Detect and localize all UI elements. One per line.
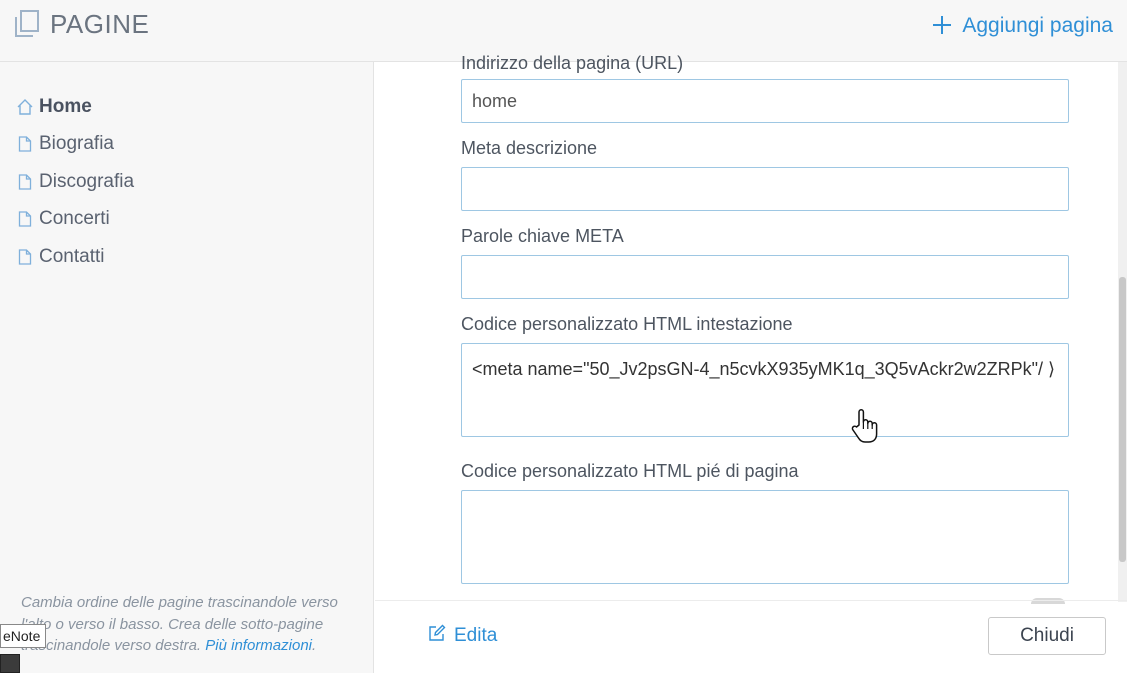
edit-button[interactable]: Edita <box>428 624 497 647</box>
meta-keywords-input[interactable] <box>461 255 1069 299</box>
page-icon <box>16 248 34 266</box>
close-button[interactable]: Chiudi <box>988 617 1106 655</box>
page-title: PAGINE <box>50 9 150 39</box>
sidebar-item-home[interactable]: Home <box>16 88 134 126</box>
meta-description-label: Meta descrizione <box>461 138 598 158</box>
footer-code-label: Codice personalizzato HTML pié di pagina <box>461 461 799 481</box>
sidebar-item-discografia[interactable]: Discografia <box>16 163 134 201</box>
sidebar-item-label: Biografia <box>39 133 114 155</box>
help-text-end: . <box>312 637 317 654</box>
edit-label: Edita <box>454 624 498 646</box>
add-page-label: Aggiungi pagina <box>962 14 1113 37</box>
footer-code-textarea[interactable] <box>461 490 1069 584</box>
scrollbar-thumb[interactable] <box>1119 277 1126 562</box>
page-icon <box>16 173 34 191</box>
header-code-textarea[interactable]: <meta name="50_Jv2psGN-4_n5cvkX935yMK1q_… <box>461 343 1069 437</box>
pages-sidebar: Home Biografia Discografia Concerti Cont… <box>0 62 374 673</box>
meta-description-input[interactable] <box>461 167 1069 211</box>
scrollbar[interactable] <box>1118 62 1127 602</box>
taskbar-icon <box>0 654 20 673</box>
reorder-help-text: Cambia ordine delle pagine trascinandole… <box>21 592 351 657</box>
edit-icon <box>428 624 446 647</box>
footer-divider <box>375 600 1127 601</box>
meta-keywords-label: Parole chiave META <box>461 226 624 246</box>
sidebar-item-label: Discografia <box>39 170 135 192</box>
url-label: Indirizzo della pagina (URL) <box>461 53 684 73</box>
toggle-switch[interactable] <box>1031 598 1065 604</box>
page-icon <box>16 210 34 228</box>
pages-icon <box>14 10 40 38</box>
hand-cursor-icon <box>850 408 880 444</box>
sidebar-item-label: Contatti <box>39 245 105 267</box>
sidebar-item-biografia[interactable]: Biografia <box>16 126 134 164</box>
add-page-button[interactable]: Aggiungi pagina <box>932 12 1113 40</box>
sidebar-item-label: Concerti <box>39 208 110 230</box>
sidebar-item-label: Home <box>39 95 92 117</box>
tooltip: eNote <box>0 624 47 648</box>
more-info-link[interactable]: Più informazioni <box>205 637 312 654</box>
seo-form: Indirizzo della pagina (URL) Meta descri… <box>461 52 1069 589</box>
url-input[interactable] <box>461 79 1069 123</box>
page-icon <box>16 135 34 153</box>
sidebar-item-contatti[interactable]: Contatti <box>16 238 134 276</box>
sidebar-item-concerti[interactable]: Concerti <box>16 201 134 239</box>
pages-dialog: PAGINE Aggiungi pagina Home Biografia Di… <box>0 0 1127 673</box>
page-list: Home Biografia Discografia Concerti Cont… <box>16 88 134 276</box>
plus-icon <box>932 12 952 40</box>
header-code-label: Codice personalizzato HTML intestazione <box>461 314 793 334</box>
header-title-group: PAGINE <box>14 10 149 38</box>
home-icon <box>16 98 34 116</box>
page-settings-panel: Indirizzo della pagina (URL) Meta descri… <box>375 53 1127 673</box>
